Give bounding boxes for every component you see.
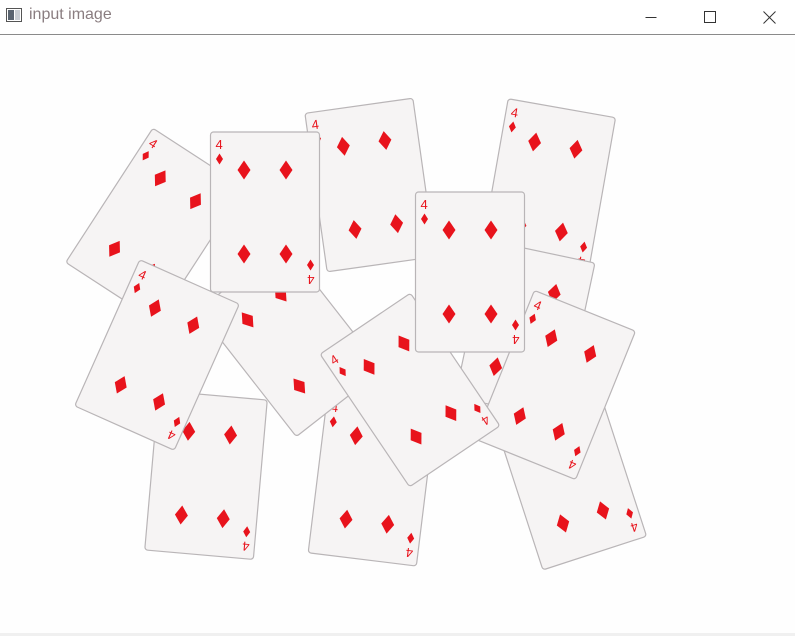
card-rank-label: 4 xyxy=(216,137,223,152)
card-rank-label: 4 xyxy=(421,197,428,212)
title-bar[interactable]: input image xyxy=(0,0,795,35)
minimize-button[interactable] xyxy=(622,0,680,34)
minimize-icon xyxy=(645,17,657,18)
window-title: input image xyxy=(29,6,112,23)
card-rank-label: 4 xyxy=(512,332,519,347)
card-rank-label: 4 xyxy=(242,538,251,554)
maximize-icon xyxy=(704,11,716,23)
maximize-button[interactable] xyxy=(681,0,739,34)
close-icon xyxy=(762,10,776,24)
card-rank-label: 4 xyxy=(307,272,314,287)
card-image: 44444444444444444444444444 xyxy=(66,97,647,570)
playing-card: 44 xyxy=(414,191,526,353)
app-window: input image 44444444444444444444444444 xyxy=(0,0,795,636)
image-canvas: 44444444444444444444444444 xyxy=(0,36,795,633)
app-icon xyxy=(6,8,22,22)
close-button[interactable] xyxy=(740,0,795,34)
playing-card: 44 xyxy=(209,131,321,293)
